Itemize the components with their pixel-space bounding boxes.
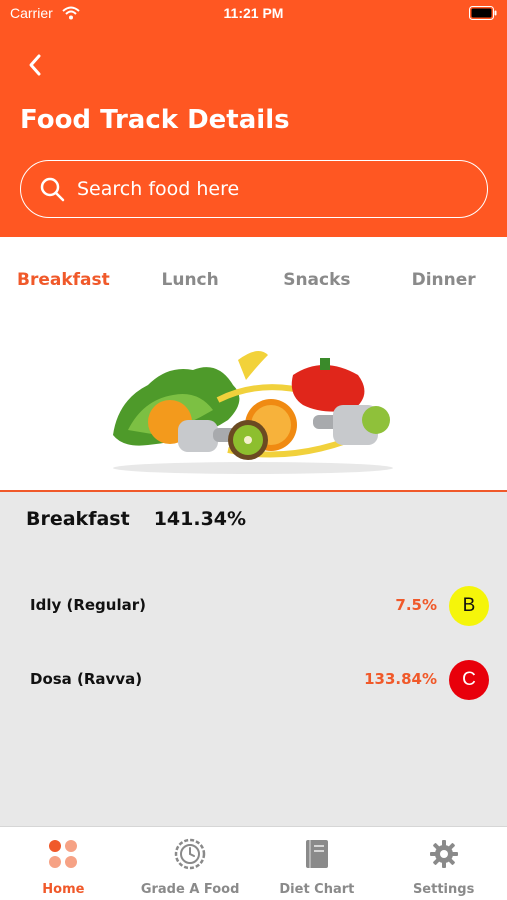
food-percent: 133.84% xyxy=(364,670,437,688)
nav-settings-label: Settings xyxy=(412,882,475,897)
grade-badge: C xyxy=(449,660,489,700)
status-time: 11:21 PM xyxy=(223,5,284,21)
nav-home[interactable]: Home xyxy=(0,827,127,900)
search-icon xyxy=(40,177,65,202)
battery-icon xyxy=(469,6,497,20)
fitness-food-image xyxy=(113,351,393,474)
book-icon xyxy=(305,840,328,868)
page-title: Food Track Details xyxy=(20,105,290,135)
summary-percent: 141.34% xyxy=(153,508,247,530)
food-percent: 7.5% xyxy=(395,596,437,614)
grade-badge: B xyxy=(449,586,489,626)
nav-grade-a-food[interactable]: Grade A Food xyxy=(127,827,254,900)
search-input[interactable] xyxy=(77,178,487,200)
tab-dinner[interactable]: Dinner xyxy=(380,255,507,305)
meal-tabs: Breakfast Lunch Snacks Dinner xyxy=(0,255,507,305)
nav-home-label: Home xyxy=(42,882,85,897)
home-dots-icon xyxy=(49,840,78,868)
summary-meal-label: Breakfast xyxy=(26,508,130,530)
food-name: Idly (Regular) xyxy=(30,596,146,614)
bottom-tab-bar: Home Grade A Food Diet Chart Settings xyxy=(0,826,507,900)
status-bar: Carrier 11:21 PM xyxy=(0,0,507,30)
gear-icon xyxy=(429,840,458,868)
tab-breakfast[interactable]: Breakfast xyxy=(0,255,127,305)
search-bar[interactable] xyxy=(20,160,488,218)
food-row[interactable]: Idly (Regular) 7.5% B xyxy=(0,584,507,628)
food-row[interactable]: Dosa (Ravva) 133.84% C xyxy=(0,658,507,702)
meal-summary: Breakfast 141.34% xyxy=(26,508,246,530)
back-button[interactable] xyxy=(20,50,50,80)
nav-grade-a-food-label: Grade A Food xyxy=(140,882,240,897)
food-name: Dosa (Ravva) xyxy=(30,670,143,688)
tab-lunch[interactable]: Lunch xyxy=(127,255,254,305)
clock-icon xyxy=(174,838,206,870)
nav-settings[interactable]: Settings xyxy=(380,827,507,900)
nav-diet-chart[interactable]: Diet Chart xyxy=(254,827,381,900)
tab-snacks[interactable]: Snacks xyxy=(254,255,381,305)
nav-diet-chart-label: Diet Chart xyxy=(279,882,355,897)
chevron-left-icon xyxy=(29,54,41,76)
meal-details-panel: Breakfast 141.34% Idly (Regular) 7.5% B D… xyxy=(0,492,507,826)
app-header: Carrier 11:21 PM Food Track Details xyxy=(0,0,507,237)
